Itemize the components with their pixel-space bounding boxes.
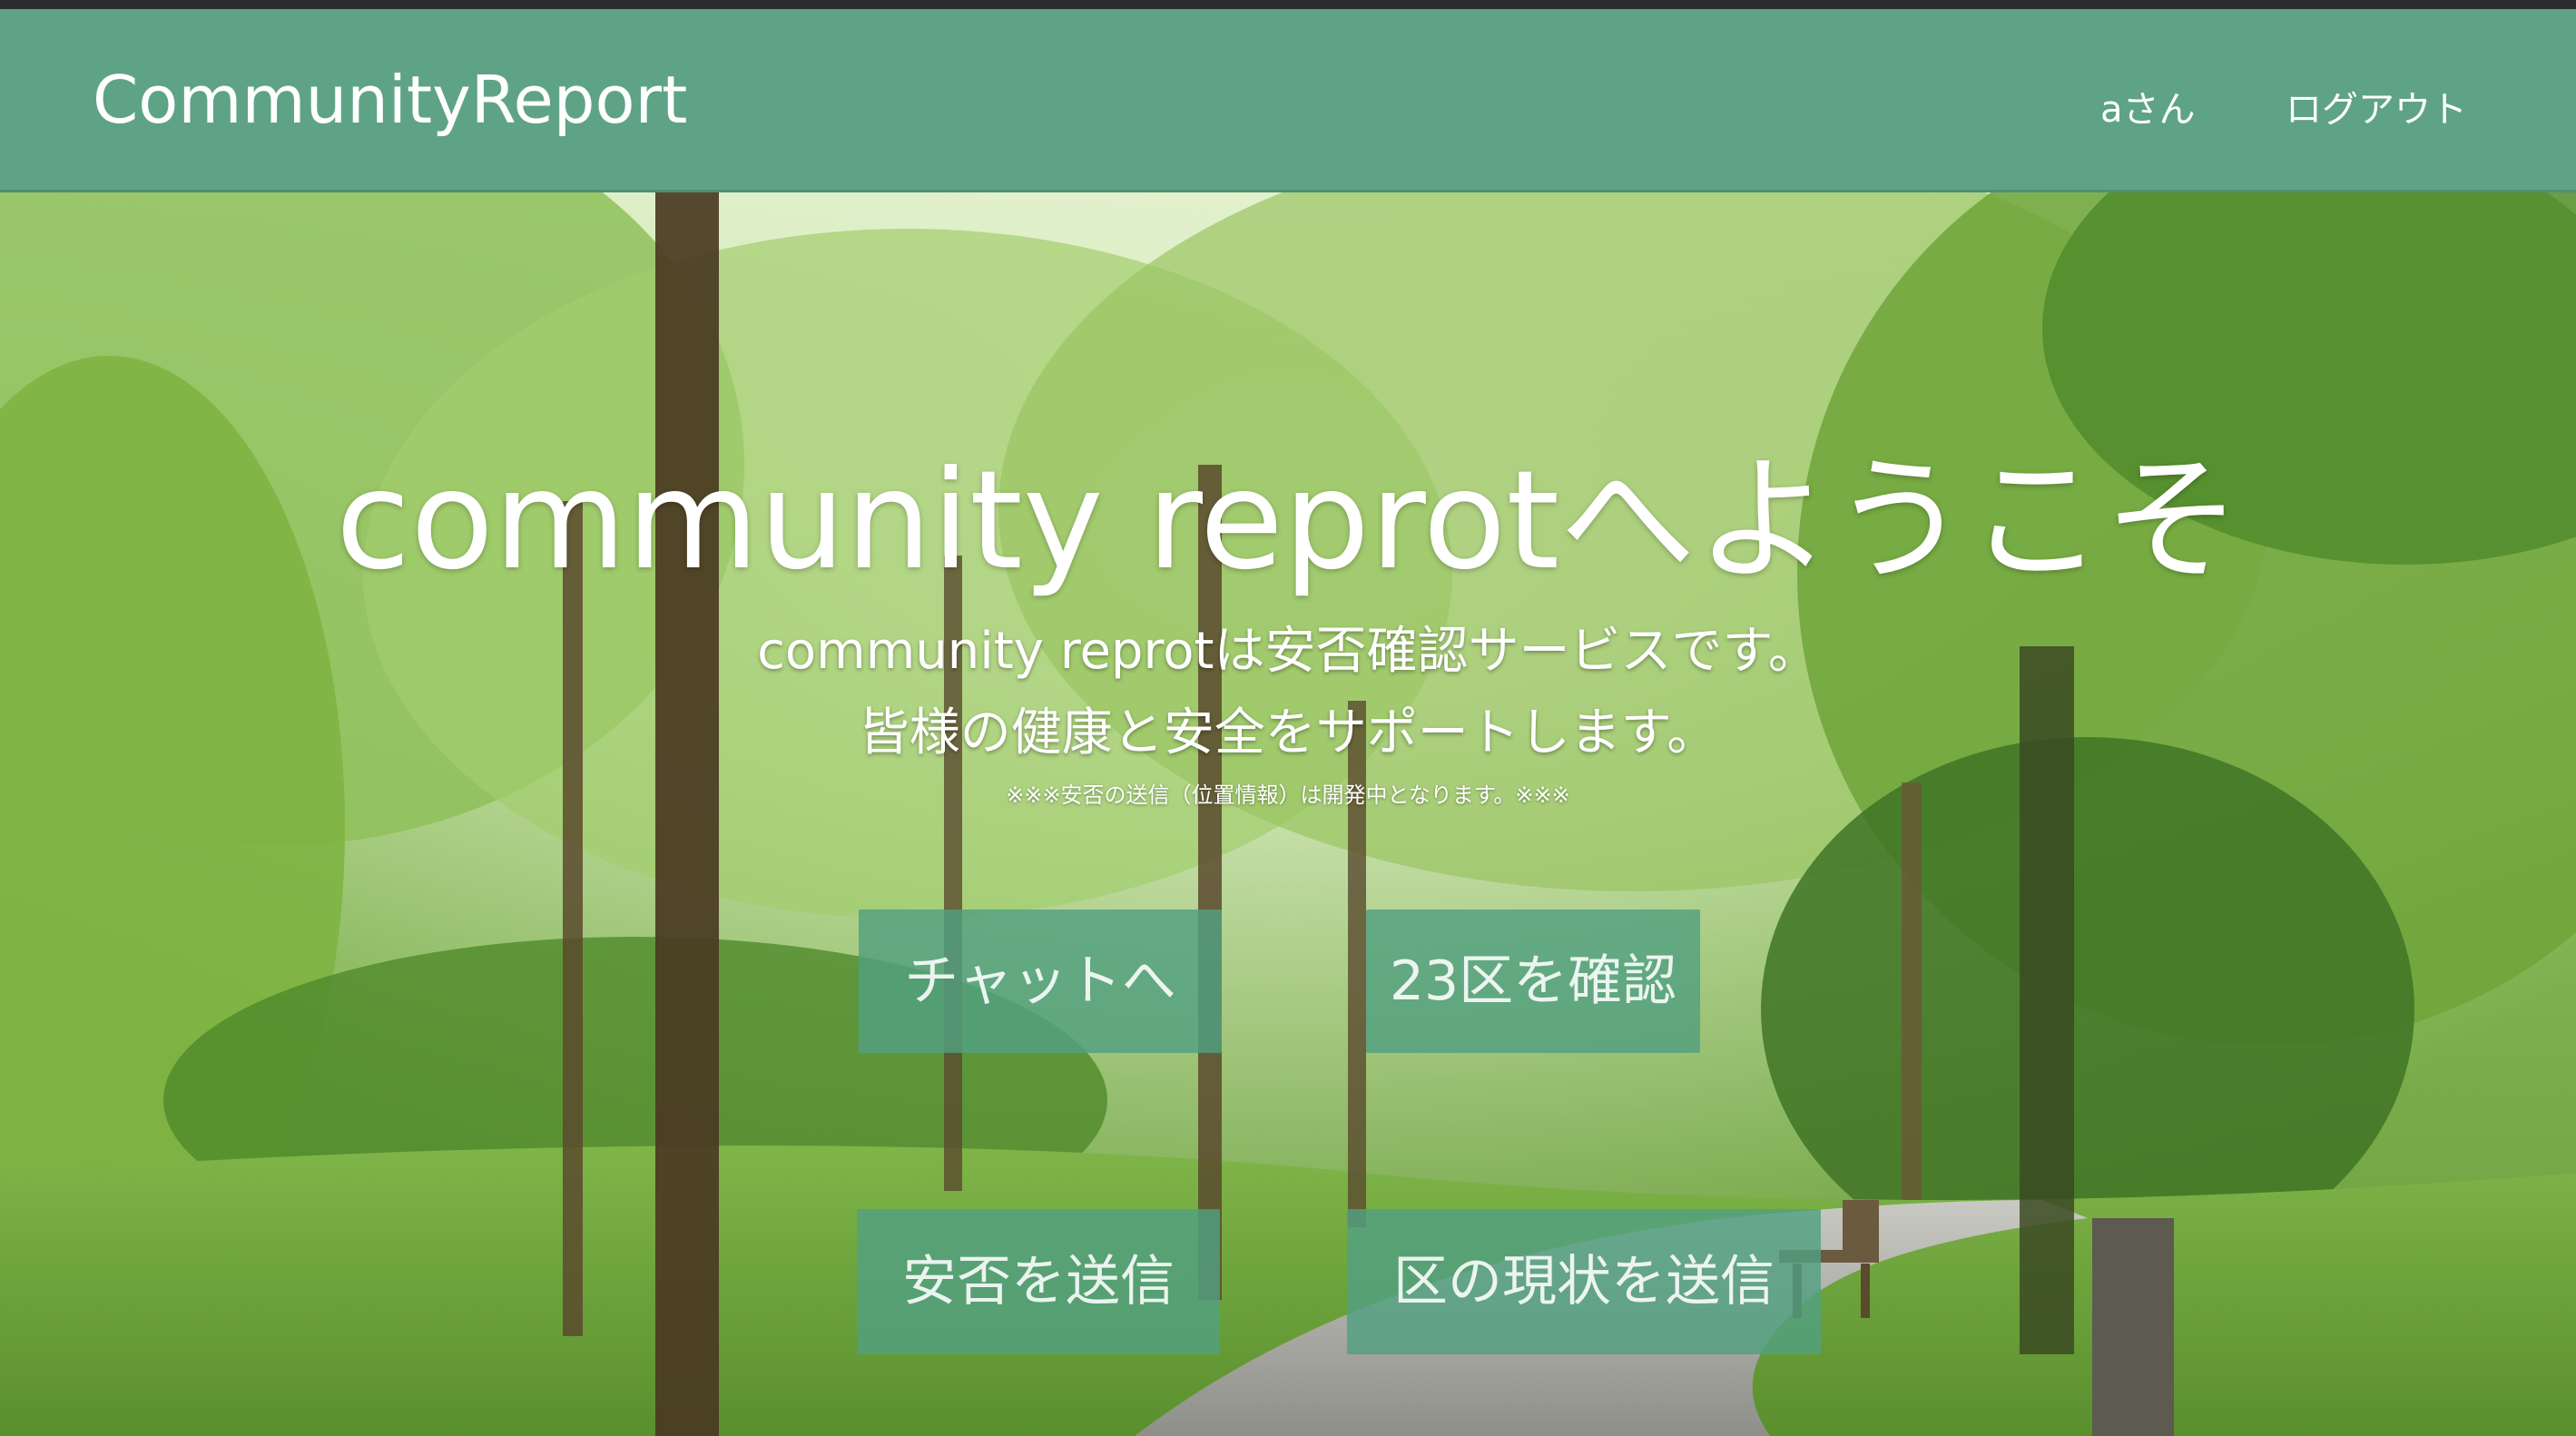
hero-subtitle-line2: 皆様の健康と安全をサポートします。	[858, 703, 1718, 762]
hero-section: community reprotへようこそ community reprotは安…	[0, 192, 2576, 1436]
send-ward-status-button[interactable]: 区の現状を送信	[1347, 1209, 1821, 1354]
chat-button[interactable]: チャットへ	[859, 910, 1222, 1053]
development-notice: ※※※安否の送信（位置情報）は開発中となります。※※※	[1006, 782, 1570, 808]
nav-user-link[interactable]: aさん	[2100, 80, 2196, 133]
hero-subtitle-line1: community reprotは安否確認サービスです。	[757, 622, 1819, 681]
check-wards-button[interactable]: 23区を確認	[1366, 910, 1700, 1053]
page: CommunityReport aさん ログアウト community repr…	[0, 0, 2576, 1436]
logout-link[interactable]: ログアウト	[2286, 80, 2467, 133]
park-background-image	[0, 192, 2576, 1436]
send-safety-button[interactable]: 安否を送信	[857, 1209, 1220, 1354]
navbar: CommunityReport aさん ログアウト	[0, 9, 2576, 192]
hero-title: community reprotへようこそ	[335, 442, 2241, 600]
brand-logo-link[interactable]: CommunityReport	[93, 62, 687, 138]
window-top-strip	[0, 0, 2576, 9]
